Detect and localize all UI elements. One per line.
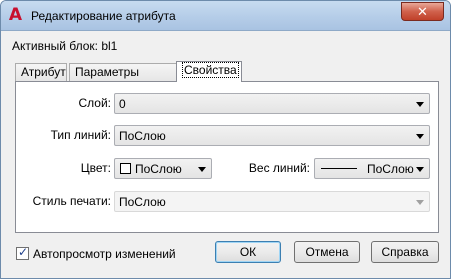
plot-style-dropdown: ПоСлою	[114, 191, 430, 212]
autocad-icon: A	[8, 5, 23, 25]
lineweight-value: ПоСлою	[367, 162, 414, 176]
chevron-down-icon	[416, 167, 424, 172]
color-label: Цвет:	[80, 161, 111, 175]
layer-label: Слой:	[78, 96, 111, 110]
linetype-value: ПоСлою	[119, 129, 166, 143]
chevron-down-icon	[416, 102, 424, 107]
tab-text-options[interactable]: Параметры текста	[69, 63, 177, 96]
lineweight-preview	[321, 168, 357, 169]
lineweight-label: Вес линий:	[248, 161, 310, 175]
tab-properties[interactable]: Свойства	[176, 61, 242, 82]
color-value: ПоСлою	[135, 162, 182, 176]
color-swatch	[120, 163, 131, 174]
tab-label: Свойства	[182, 62, 239, 78]
cancel-button[interactable]: Отмена	[294, 241, 360, 263]
color-dropdown[interactable]: ПоСлою	[114, 158, 212, 179]
chevron-down-icon	[416, 134, 424, 139]
help-button[interactable]: Справка	[371, 241, 439, 263]
dialog-window: A Редактирование атрибута ✕ Активный бло…	[0, 0, 451, 279]
tab-attribute[interactable]: Атрибут	[15, 63, 67, 81]
autopreview-label[interactable]: Автопросмотр изменений	[33, 247, 176, 261]
layer-dropdown[interactable]: 0	[114, 93, 430, 114]
chevron-down-icon	[416, 200, 424, 205]
linetype-label: Тип линий:	[50, 128, 111, 142]
properties-panel: Слой: 0 Тип линий: ПоСлою Цвет: ПоСлою В…	[15, 81, 439, 233]
dialog-body: Активный блок: bl1 Атрибут Параметры тек…	[7, 31, 444, 272]
layer-value: 0	[119, 97, 126, 111]
tab-label: Атрибут	[21, 65, 66, 79]
plot-style-label: Стиль печати:	[32, 194, 111, 208]
active-block-label: Активный блок: bl1	[12, 39, 118, 53]
plot-style-value: ПоСлою	[119, 195, 166, 209]
checkmark-icon: ✓	[18, 245, 29, 259]
close-button[interactable]: ✕	[401, 2, 444, 21]
title-bar[interactable]: A Редактирование атрибута ✕	[1, 1, 450, 31]
window-title: Редактирование атрибута	[31, 9, 176, 23]
lineweight-dropdown[interactable]: ПоСлою	[314, 158, 430, 179]
autopreview-checkbox[interactable]: ✓	[16, 245, 29, 260]
linetype-dropdown[interactable]: ПоСлою	[114, 125, 430, 146]
ok-button[interactable]: ОК	[215, 241, 281, 263]
chevron-down-icon	[198, 167, 206, 172]
